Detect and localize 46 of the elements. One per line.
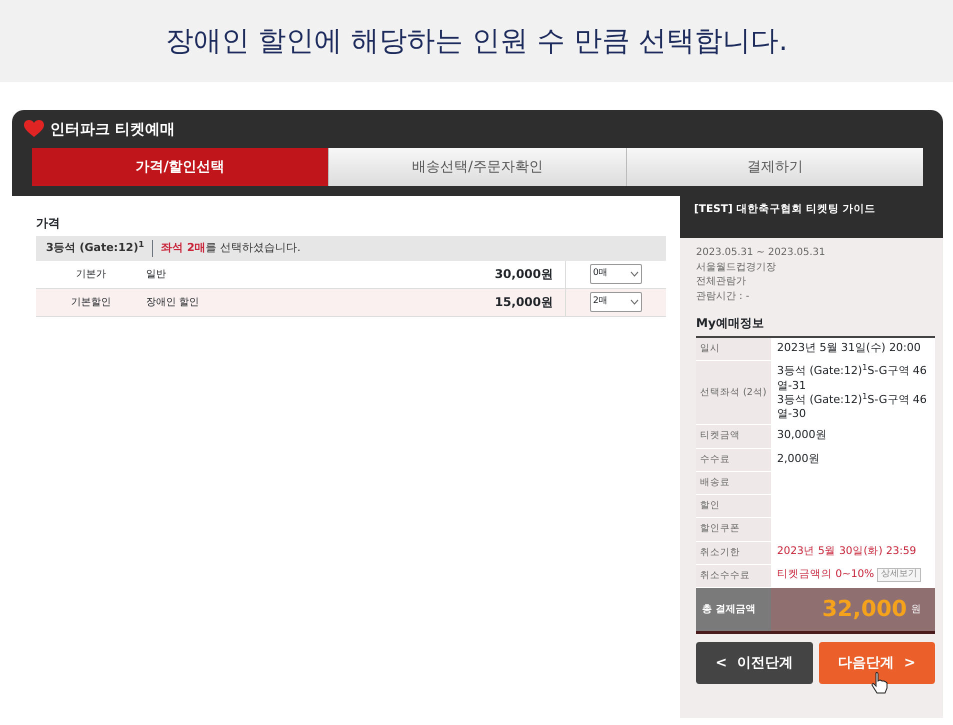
event-venue: 서울월드컵경기장	[696, 260, 777, 274]
info-value: 30,000원	[777, 428, 828, 443]
section-heading: 가격	[36, 215, 61, 232]
info-label: 할인	[696, 495, 771, 518]
window-title: 인터파크 티켓예매	[50, 118, 176, 140]
step-tab[interactable]: 결제하기	[626, 148, 923, 186]
info-label: 티켓금액	[696, 425, 771, 448]
info-label: 선택좌석 (2석)	[696, 361, 771, 424]
info-value: 2,000원	[777, 452, 820, 466]
previous-step-button[interactable]: < 이전단계	[696, 642, 812, 684]
price-amount: 30,000원	[466, 260, 566, 288]
total-label: 총 결제금액	[701, 603, 756, 618]
caption-text: 장애인 할인에 해당하는 인원 수 만큼 선택합니다.	[165, 23, 788, 59]
info-label: 일시	[696, 338, 771, 360]
info-value: 3등석 (Gate:12)$^{1}$S-G구역 46열-31	[777, 364, 928, 393]
currency-unit: 원	[911, 603, 921, 618]
price-name: 일반	[146, 268, 167, 282]
event-rating: 전체관람가	[696, 275, 747, 289]
event-duration: 관람시간 : -	[696, 290, 750, 304]
info-label: 수수료	[696, 448, 771, 471]
info-value: 3등석 (Gate:12)$^{1}$S-G구역 46열-30	[777, 392, 928, 422]
hand-cursor-icon	[870, 672, 888, 694]
detail-button[interactable]: 상세보기	[877, 568, 922, 582]
price-type: 기본할인	[70, 296, 112, 310]
seat-grade-text: 3등석 (Gate:12)$^{1}$	[46, 240, 144, 256]
info-label: 배송료	[696, 472, 771, 494]
price-type: 기본가	[75, 268, 107, 282]
info-value: 2023년 5월 30일(화) 23:59	[777, 544, 918, 558]
info-label: 취소기한	[696, 542, 771, 564]
step-tab[interactable]: 배송선택/주문자확인	[328, 148, 626, 186]
total-amount: 32,000	[822, 596, 907, 624]
chevron-down-icon	[630, 271, 639, 277]
info-label: 할인쿠폰	[696, 518, 771, 541]
price-name: 장애인 할인	[146, 296, 200, 310]
heart-logo-icon	[24, 120, 44, 138]
quantity-select[interactable]: 2매	[590, 292, 642, 312]
event-date-range: 2023.05.31 ~ 2023.05.31	[696, 246, 826, 260]
info-value: 티켓금액의 0~10% 상세보기	[777, 568, 929, 582]
event-title: [TEST] 대한축구협회 티켓팅 가이드	[680, 196, 943, 238]
price-amount: 15,000원	[466, 288, 566, 316]
step-tab[interactable]: 가격/할인선택	[32, 148, 328, 186]
info-value: 2023년 5월 31일(수) 20:00	[777, 341, 922, 356]
quantity-select[interactable]: 0매	[590, 264, 642, 284]
selection-notice: 좌석 2매를 선택하셨습니다.	[152, 240, 301, 256]
info-label: 취소수수료	[696, 564, 771, 588]
chevron-down-icon	[630, 299, 639, 305]
